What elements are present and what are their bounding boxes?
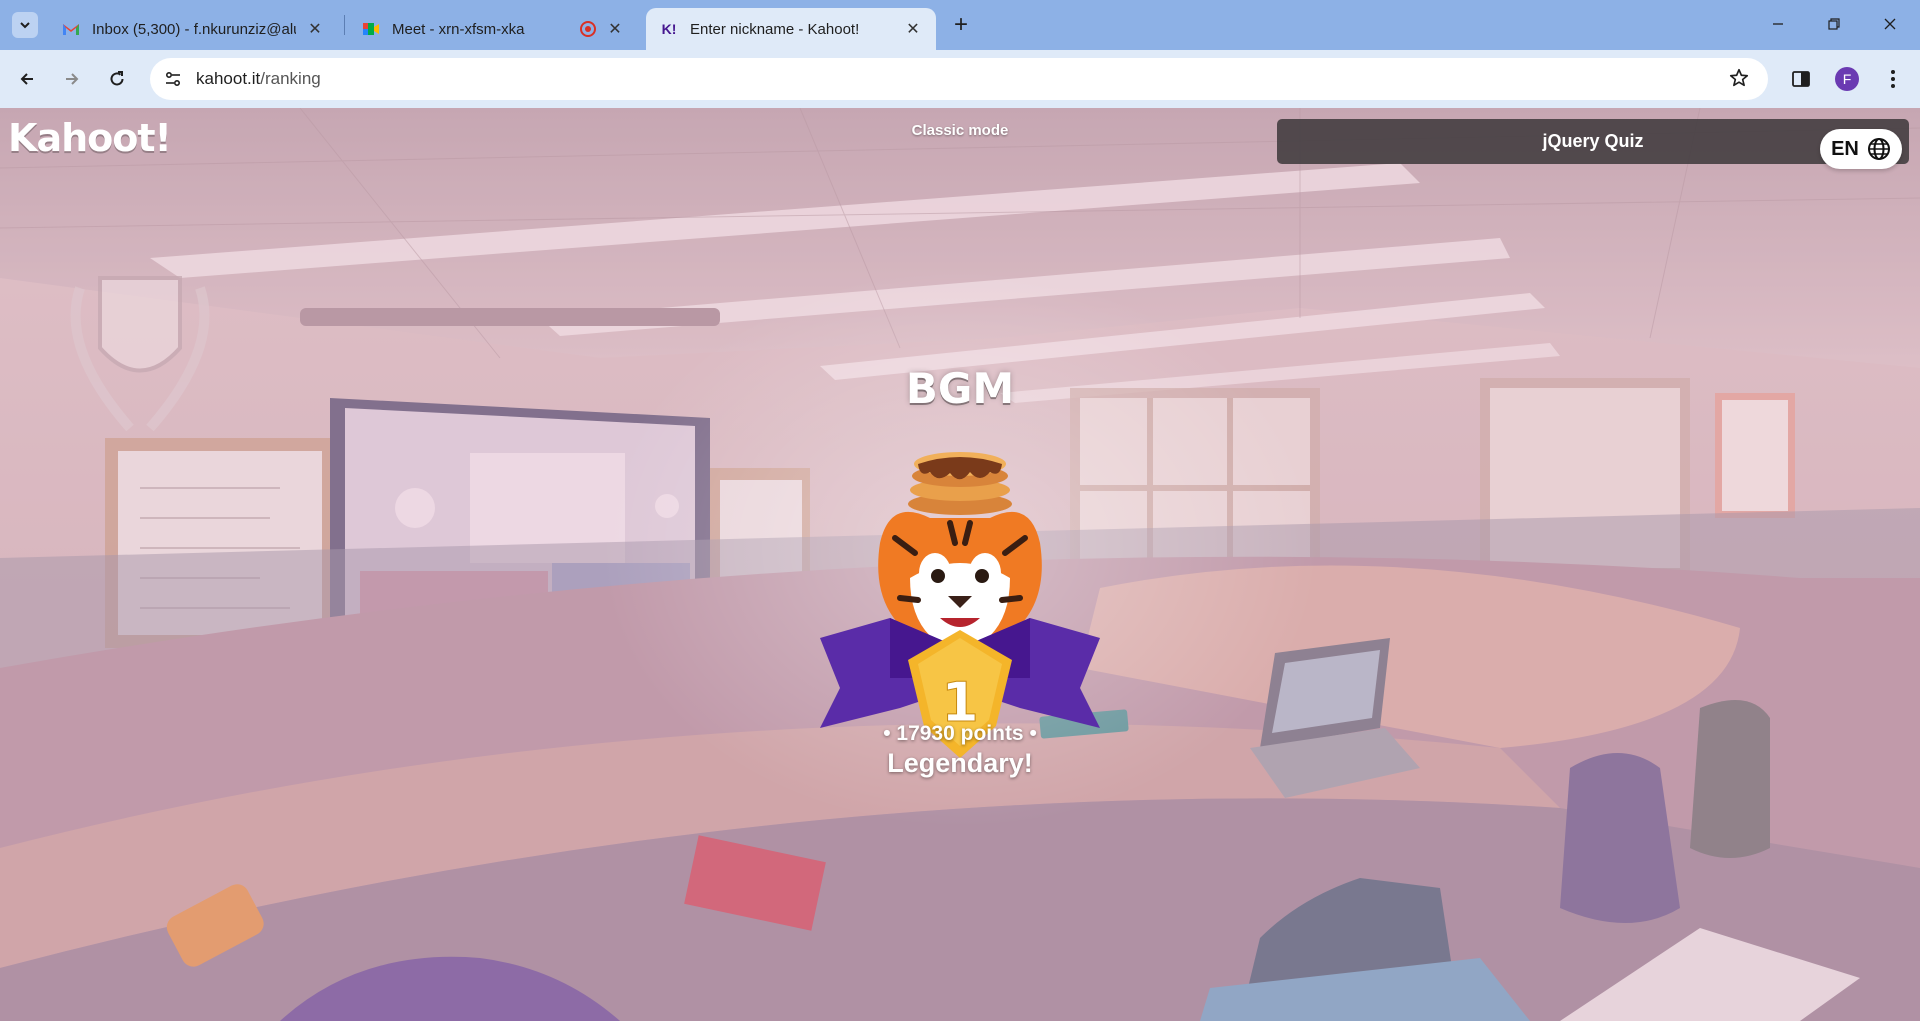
arrow-right-icon: [66, 73, 79, 85]
profile-button[interactable]: F: [1832, 64, 1862, 94]
more-vert-icon: [1891, 70, 1895, 88]
tab-title: Enter nickname - Kahoot!: [690, 20, 860, 38]
arrow-left-icon: [20, 73, 33, 85]
pancake-hat-icon: [908, 452, 1012, 515]
side-panel-icon: [1792, 71, 1810, 87]
close-tab-icon[interactable]: ✕: [606, 19, 624, 39]
language-selector[interactable]: EN: [1820, 129, 1902, 169]
gmail-icon: [62, 20, 80, 38]
tab-gmail[interactable]: Inbox (5,300) - f.nkurunziz@alu ✕: [48, 8, 338, 50]
player-nickname: BGM: [905, 364, 1015, 413]
avatar: F: [1835, 67, 1859, 91]
recording-icon: [580, 21, 596, 37]
globe-icon: [1867, 138, 1890, 160]
game-mode-label: Classic mode: [911, 122, 1009, 139]
close-window-icon[interactable]: [1868, 8, 1912, 40]
bookmark-star-icon[interactable]: [1728, 67, 1750, 94]
tab-search-button[interactable]: [12, 12, 38, 38]
menu-button[interactable]: [1878, 64, 1908, 94]
chevron-down-icon: [20, 22, 30, 29]
kahoot-favicon: K!: [661, 21, 677, 37]
close-tab-icon[interactable]: ✕: [904, 19, 922, 39]
language-code: EN: [1831, 137, 1859, 160]
kahoot-logo: Kahoot!: [8, 116, 172, 160]
tab-strip: Inbox (5,300) - f.nkurunziz@alu ✕ Meet -…: [0, 0, 1920, 50]
points-total: • 17930 points •: [883, 722, 1037, 745]
back-button[interactable]: [12, 64, 42, 94]
side-panel-button[interactable]: [1786, 64, 1816, 94]
forward-button[interactable]: [57, 64, 87, 94]
url-host: kahoot.it: [196, 69, 261, 88]
browser-toolbar: kahoot.it/ranking F: [0, 50, 1920, 108]
tab-separator: [344, 15, 345, 35]
quiz-title: jQuery Quiz: [1542, 131, 1644, 151]
reload-button[interactable]: [102, 64, 132, 94]
kahoot-ranking-page: Kahoot! Classic mode jQuery Quiz EN BGM: [0, 108, 1920, 1021]
address-bar[interactable]: kahoot.it/ranking: [150, 58, 1768, 100]
meet-icon: [362, 20, 380, 38]
url-text: kahoot.it/ranking: [196, 69, 321, 89]
tab-title: Inbox (5,300) - f.nkurunziz@alu: [92, 20, 296, 38]
url-path: /ranking: [260, 69, 321, 88]
reload-icon: [110, 71, 124, 86]
minimize-icon[interactable]: [1756, 8, 1800, 40]
tab-meet[interactable]: Meet - xrn-xfsm-xka ✕: [348, 8, 638, 50]
rank-verdict: Legendary!: [887, 748, 1033, 778]
new-tab-button[interactable]: +: [948, 11, 974, 38]
tab-title: Meet - xrn-xfsm-xka: [392, 20, 525, 38]
site-info-icon[interactable]: [160, 66, 186, 92]
quiz-title-bar: jQuery Quiz: [1277, 119, 1909, 164]
tab-kahoot[interactable]: K! Enter nickname - Kahoot! ✕: [646, 8, 936, 50]
close-tab-icon[interactable]: ✕: [306, 19, 324, 39]
restore-icon[interactable]: [1812, 8, 1856, 40]
